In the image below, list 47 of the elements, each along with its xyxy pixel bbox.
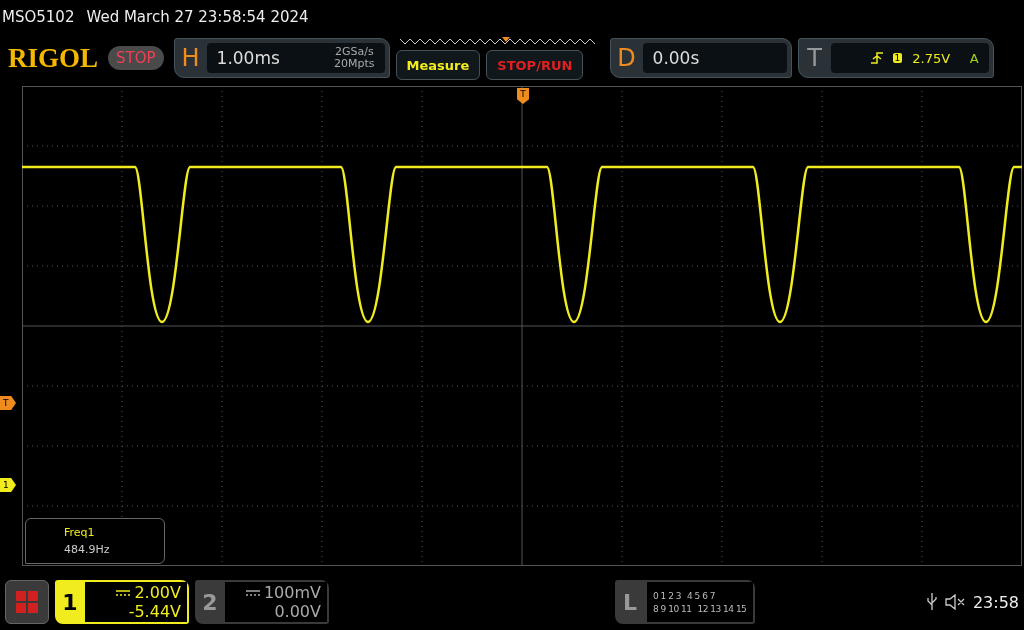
brand-logo: RIGOL [8,42,99,74]
horizontal-panel[interactable]: H 1.00ms 2GSa/s 20Mpts [173,38,390,78]
trigger-level-marker[interactable]: T [0,396,16,410]
logic-channel-numbers: 8 9 10 11 [653,603,692,614]
sample-rate: 2GSa/s [334,46,374,58]
delay-key: D [610,44,643,72]
logic-panel[interactable]: L 0 1 2 3 4 5 6 7 8 9 10 11 12 13 14 15 [615,580,755,624]
trigger-panel[interactable]: T 1 2.75V A [797,38,994,78]
menu-button[interactable] [5,580,49,624]
channel-panel[interactable]: 2 100mV 0.00V [195,580,329,624]
grid-squares-icon [16,591,38,613]
channel-marker[interactable]: 1 [0,478,16,492]
trigger-key: T [798,44,831,72]
logic-channel-numbers: 0 1 2 3 [653,590,681,601]
trigger-position-marker[interactable]: T [517,88,529,104]
timebase-value: 1.00ms [216,48,280,68]
channel-scale: 100mV [263,583,321,602]
logic-channel-numbers: 12 13 14 15 [697,603,747,614]
trigger-mode: A [969,50,979,66]
stop-run-button[interactable]: STOP/RUN [486,50,584,80]
horizontal-key: H [174,44,207,72]
dc-coupling-icon [116,589,131,596]
measurement-name: Freq1 [64,526,96,539]
channel-offset: 0.00V [274,602,321,621]
channel-panel[interactable]: 1 2.00V -5.44V [55,580,189,624]
channel-offset: -5.44V [128,602,181,621]
logic-channel-numbers: 4 5 6 7 [687,590,715,601]
logic-key: L [615,580,645,624]
channel-scale: 2.00V [134,583,181,602]
measurement-value: 484.9Hz [64,543,111,556]
channel-number: 2 [201,588,219,617]
speaker-muted-icon [944,594,965,610]
clock: 23:58 [972,592,1019,612]
trigger-level: 2.75V [912,50,951,66]
dc-coupling-icon [245,589,260,596]
delay-value: 0.00s [652,48,700,68]
model-name: MSO5102 [2,8,75,26]
channel-number: 1 [61,588,79,617]
run-status: STOP [108,46,164,70]
measurement-box[interactable]: Freq1 484.9Hz [25,518,165,564]
delay-panel[interactable]: D 0.00s [609,38,792,78]
usb-icon [926,593,937,611]
memory-depth: 20Mpts [334,58,375,70]
date-time: Wed March 27 23:58:54 2024 [86,8,309,26]
measure-button[interactable]: Measure [395,50,481,80]
rising-edge-icon [870,52,883,64]
trigger-source: 1 [892,53,903,63]
